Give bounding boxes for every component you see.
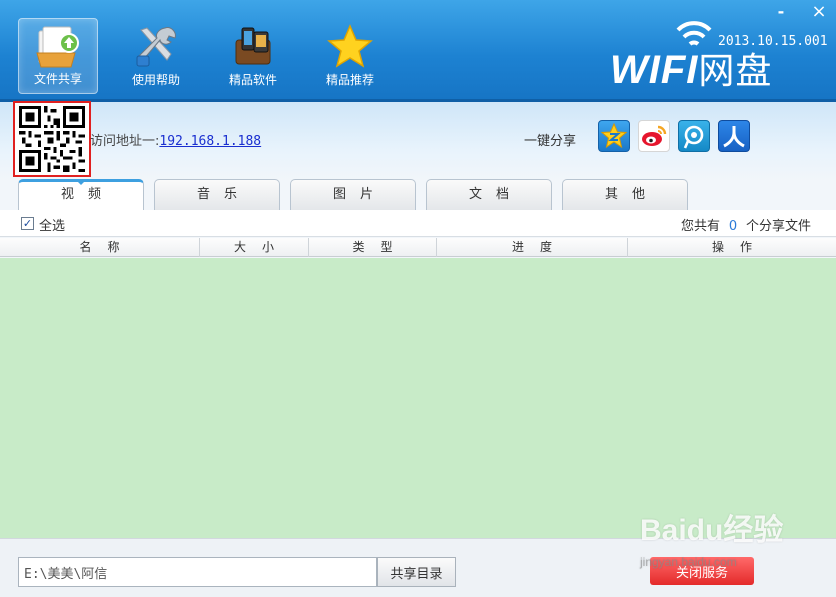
- tab-music[interactable]: 音乐: [154, 179, 280, 210]
- tab-documents[interactable]: 文档: [426, 179, 552, 210]
- toolbar-label: 精品推荐: [325, 73, 374, 87]
- toolbar-recommend-button[interactable]: 精品推荐: [310, 18, 390, 94]
- star-icon: [327, 24, 373, 68]
- access-address: 访问地址一:192.168.1.188: [90, 130, 261, 149]
- toolbar-label: 精品软件: [228, 73, 277, 87]
- share-directory-button[interactable]: 共享目录: [377, 557, 456, 587]
- share-label: 一键分享: [524, 134, 577, 149]
- share-sina-weibo-button[interactable]: [638, 120, 670, 152]
- column-progress[interactable]: 进度: [437, 238, 628, 257]
- minimize-button[interactable]: -: [770, 2, 792, 22]
- category-tabs: 视频 音乐 图片 文档 其他: [0, 178, 836, 210]
- close-button[interactable]: ×: [808, 2, 830, 22]
- access-address-link[interactable]: 192.168.1.188: [159, 134, 261, 149]
- app-header: - × 文件共享 使用帮助 精品软件 精品推荐 2013.10.15.001 W…: [0, 0, 836, 102]
- file-table-header: 名称 大小 类型 进度 操作: [0, 238, 836, 257]
- share-tencent-weibo-button[interactable]: [678, 120, 710, 152]
- select-all-checkbox[interactable]: ✓: [21, 217, 34, 230]
- column-name[interactable]: 名称: [0, 238, 200, 257]
- access-label: 访问地址一:: [90, 134, 160, 149]
- selection-bar: ✓ 全选 您共有 0 个分享文件: [0, 210, 836, 237]
- file-share-icon: [36, 26, 79, 68]
- stop-service-button[interactable]: 关闭服务: [650, 557, 754, 585]
- toolbar-label: 使用帮助: [131, 73, 180, 87]
- column-size[interactable]: 大小: [200, 238, 309, 257]
- tab-images[interactable]: 图片: [290, 179, 416, 210]
- column-type[interactable]: 类型: [309, 238, 437, 257]
- column-actions[interactable]: 操作: [628, 238, 836, 257]
- select-all-label: 全选: [39, 219, 66, 234]
- qzone-icon: [601, 123, 627, 149]
- tencent-weibo-icon: [683, 125, 704, 149]
- tab-other[interactable]: 其他: [562, 179, 688, 210]
- file-list[interactable]: [0, 258, 836, 538]
- share-qzone-button[interactable]: [598, 120, 630, 152]
- apps-icon: [235, 27, 271, 65]
- count-value: 0: [728, 219, 738, 234]
- share-renren-button[interactable]: [718, 120, 750, 152]
- count-prefix: 您共有: [681, 219, 721, 234]
- qr-code: [13, 101, 91, 177]
- toolbar-apps-button[interactable]: 精品软件: [213, 18, 293, 94]
- app-logo: WIFI网盘: [610, 42, 772, 94]
- tab-video[interactable]: 视频: [18, 179, 144, 210]
- qr-code-image: [19, 106, 85, 172]
- logo-cn: 网盘: [698, 50, 773, 91]
- tools-icon: [136, 27, 176, 67]
- share-path-input[interactable]: [18, 557, 377, 587]
- toolbar-help-button[interactable]: 使用帮助: [116, 18, 196, 94]
- sina-weibo-icon: [642, 125, 667, 146]
- logo-latin: WIFI: [610, 48, 699, 92]
- toolbar-file-share-button[interactable]: 文件共享: [18, 18, 98, 94]
- count-suffix: 个分享文件: [746, 219, 812, 234]
- share-count: 您共有 0 个分享文件: [681, 215, 811, 234]
- toolbar-label: 文件共享: [33, 72, 82, 86]
- renren-icon: [723, 126, 745, 148]
